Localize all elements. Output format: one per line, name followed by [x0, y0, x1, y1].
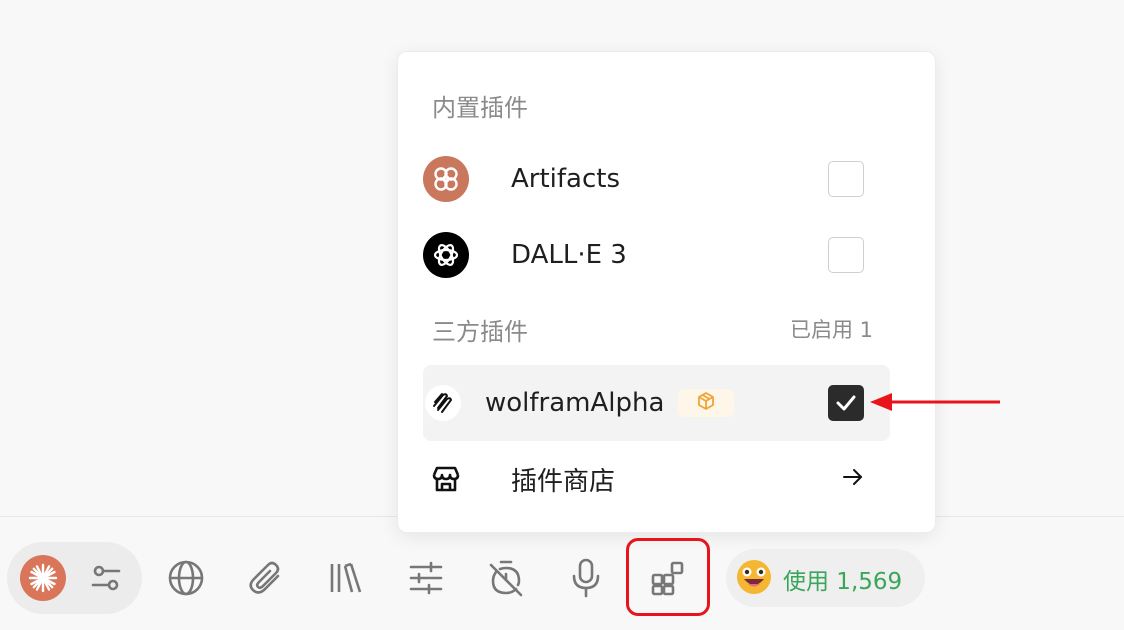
microphone-icon[interactable] [564, 556, 608, 600]
thirdparty-plugins-title: 三方插件 [432, 318, 528, 346]
plugin-checkbox-artifacts[interactable] [828, 161, 864, 197]
plugin-store-row[interactable]: 插件商店 [423, 441, 890, 517]
flower-icon [423, 156, 469, 202]
adjust-icon[interactable] [404, 556, 448, 600]
model-icon[interactable] [20, 555, 66, 601]
plugin-label: wolframAlpha [485, 388, 665, 418]
paperclip-icon[interactable] [244, 556, 288, 600]
openai-icon [423, 232, 469, 278]
plugin-popup: 内置插件 Artifacts DALL·E 3 三方插件 已启用 1 wolfr… [397, 51, 936, 533]
badge [678, 389, 734, 417]
plugin-checkbox-wolframalpha[interactable] [828, 385, 864, 421]
smiley-icon [734, 557, 774, 597]
store-icon [423, 456, 469, 502]
plugin-label: Artifacts [511, 164, 621, 194]
annotation-highlight-box [626, 538, 710, 616]
enabled-count: 已启用 1 [789, 318, 873, 342]
plugin-row-artifacts[interactable]: Artifacts [423, 141, 890, 217]
plugin-row-dalle[interactable]: DALL·E 3 [423, 217, 890, 293]
plugin-label: DALL·E 3 [511, 240, 627, 270]
wolfram-icon [425, 385, 461, 421]
package-icon [696, 391, 716, 415]
plugin-checkbox-dalle[interactable] [828, 237, 864, 273]
timer-off-icon[interactable] [484, 556, 528, 600]
usage-label: 使用 1,569 [783, 569, 903, 595]
globe-icon[interactable] [164, 556, 208, 600]
builtin-plugins-title: 内置插件 [432, 94, 528, 122]
settings-sliders-icon[interactable] [84, 556, 128, 600]
plugin-store-label: 插件商店 [511, 466, 616, 497]
plugin-row-wolframalpha[interactable]: wolframAlpha [423, 365, 890, 441]
library-icon[interactable] [324, 556, 368, 600]
arrow-right-icon [842, 467, 864, 491]
annotation-arrow [868, 388, 1002, 420]
